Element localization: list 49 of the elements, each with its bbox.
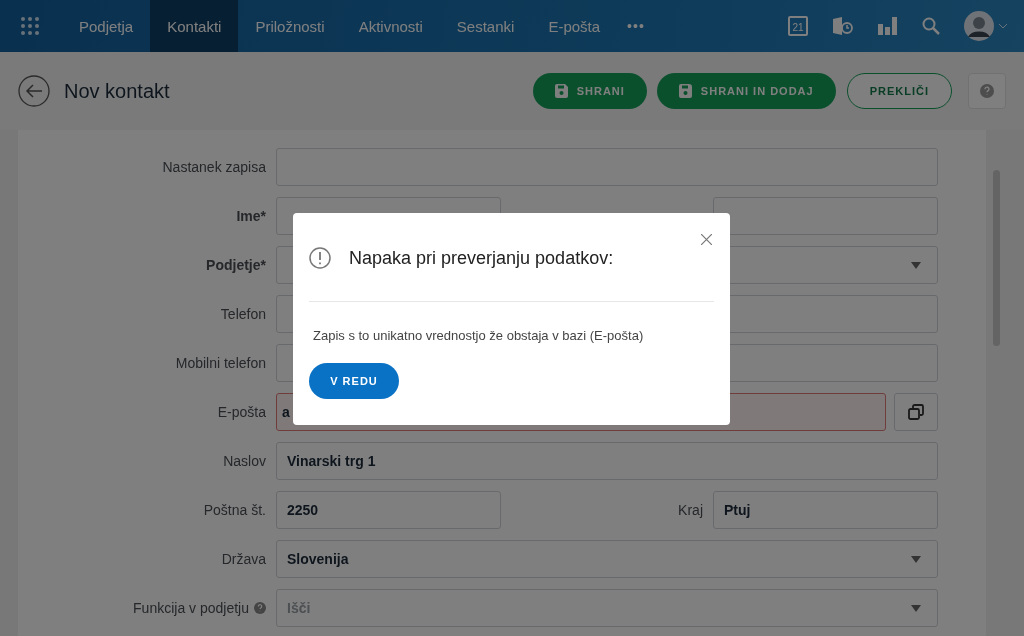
page-title: Nov kontakt — [64, 79, 170, 103]
user-avatar[interactable] — [964, 11, 994, 41]
search-icon[interactable] — [922, 17, 940, 35]
field-label: Telefon — [219, 306, 266, 322]
calendar-icon[interactable]: 21 — [788, 16, 808, 36]
save-plus-icon — [678, 84, 693, 98]
field-label: Mobilni telefon — [174, 355, 266, 371]
nav-tab[interactable]: Aktivnosti — [341, 0, 440, 52]
bar-chart-icon[interactable] — [878, 17, 898, 35]
warning-icon — [309, 247, 331, 269]
nav-tab[interactable]: Sestanki — [439, 0, 532, 52]
input-field[interactable]: Ptuj — [713, 491, 938, 529]
field-label: Podjetje* — [205, 257, 266, 273]
save-icon — [554, 84, 569, 98]
field-label: Poštna št. — [202, 502, 266, 518]
input-field[interactable]: Vinarski trg 1 — [276, 442, 938, 480]
nav-tab[interactable]: Priložnosti — [238, 0, 342, 52]
copy-icon — [908, 404, 924, 420]
cancel-button[interactable]: PREKLIČI — [846, 73, 952, 109]
dropdown-caret-icon — [911, 261, 921, 269]
field-label: Naslov — [222, 453, 266, 469]
select-field[interactable]: Slovenija — [276, 540, 938, 578]
input-field[interactable] — [276, 148, 938, 186]
dialog-message: Zapis s to unikatno vrednostjo že obstaja v bazi (E-pošta) — [313, 328, 645, 343]
help-icon — [980, 84, 994, 98]
nav-tab[interactable]: Kontakti — [150, 0, 239, 52]
save-button[interactable]: SHRANI — [532, 73, 647, 109]
nav-tab[interactable]: E-pošta — [531, 0, 618, 52]
copy-button[interactable] — [894, 393, 938, 431]
document-clock-icon[interactable] — [832, 16, 854, 36]
field-label: Država — [220, 551, 266, 567]
dialog-title: Napaka pri preverjanju podatkov: — [349, 247, 614, 269]
input-field[interactable] — [713, 197, 938, 235]
input-field[interactable]: 2250 — [276, 491, 501, 529]
field-label: Funkcija v podjetju — [18, 600, 266, 616]
help-button[interactable] — [968, 73, 1006, 109]
ok-button[interactable]: V REDU — [309, 363, 399, 399]
dropdown-caret-icon — [911, 604, 921, 612]
field-label: Nastanek zapisa — [161, 159, 266, 175]
dropdown-caret-icon — [911, 555, 921, 563]
more-menu[interactable]: ••• — [627, 18, 645, 34]
apps-grid-icon[interactable] — [20, 16, 40, 36]
help-icon[interactable] — [254, 602, 266, 614]
save-button[interactable]: SHRANI IN DODAJ — [656, 73, 836, 109]
field-label: Ime* — [235, 208, 266, 224]
field-label: E-pošta — [216, 404, 266, 420]
close-icon[interactable] — [701, 234, 712, 245]
chevron-down-icon[interactable] — [998, 23, 1008, 29]
field-label: Kraj — [677, 502, 703, 518]
